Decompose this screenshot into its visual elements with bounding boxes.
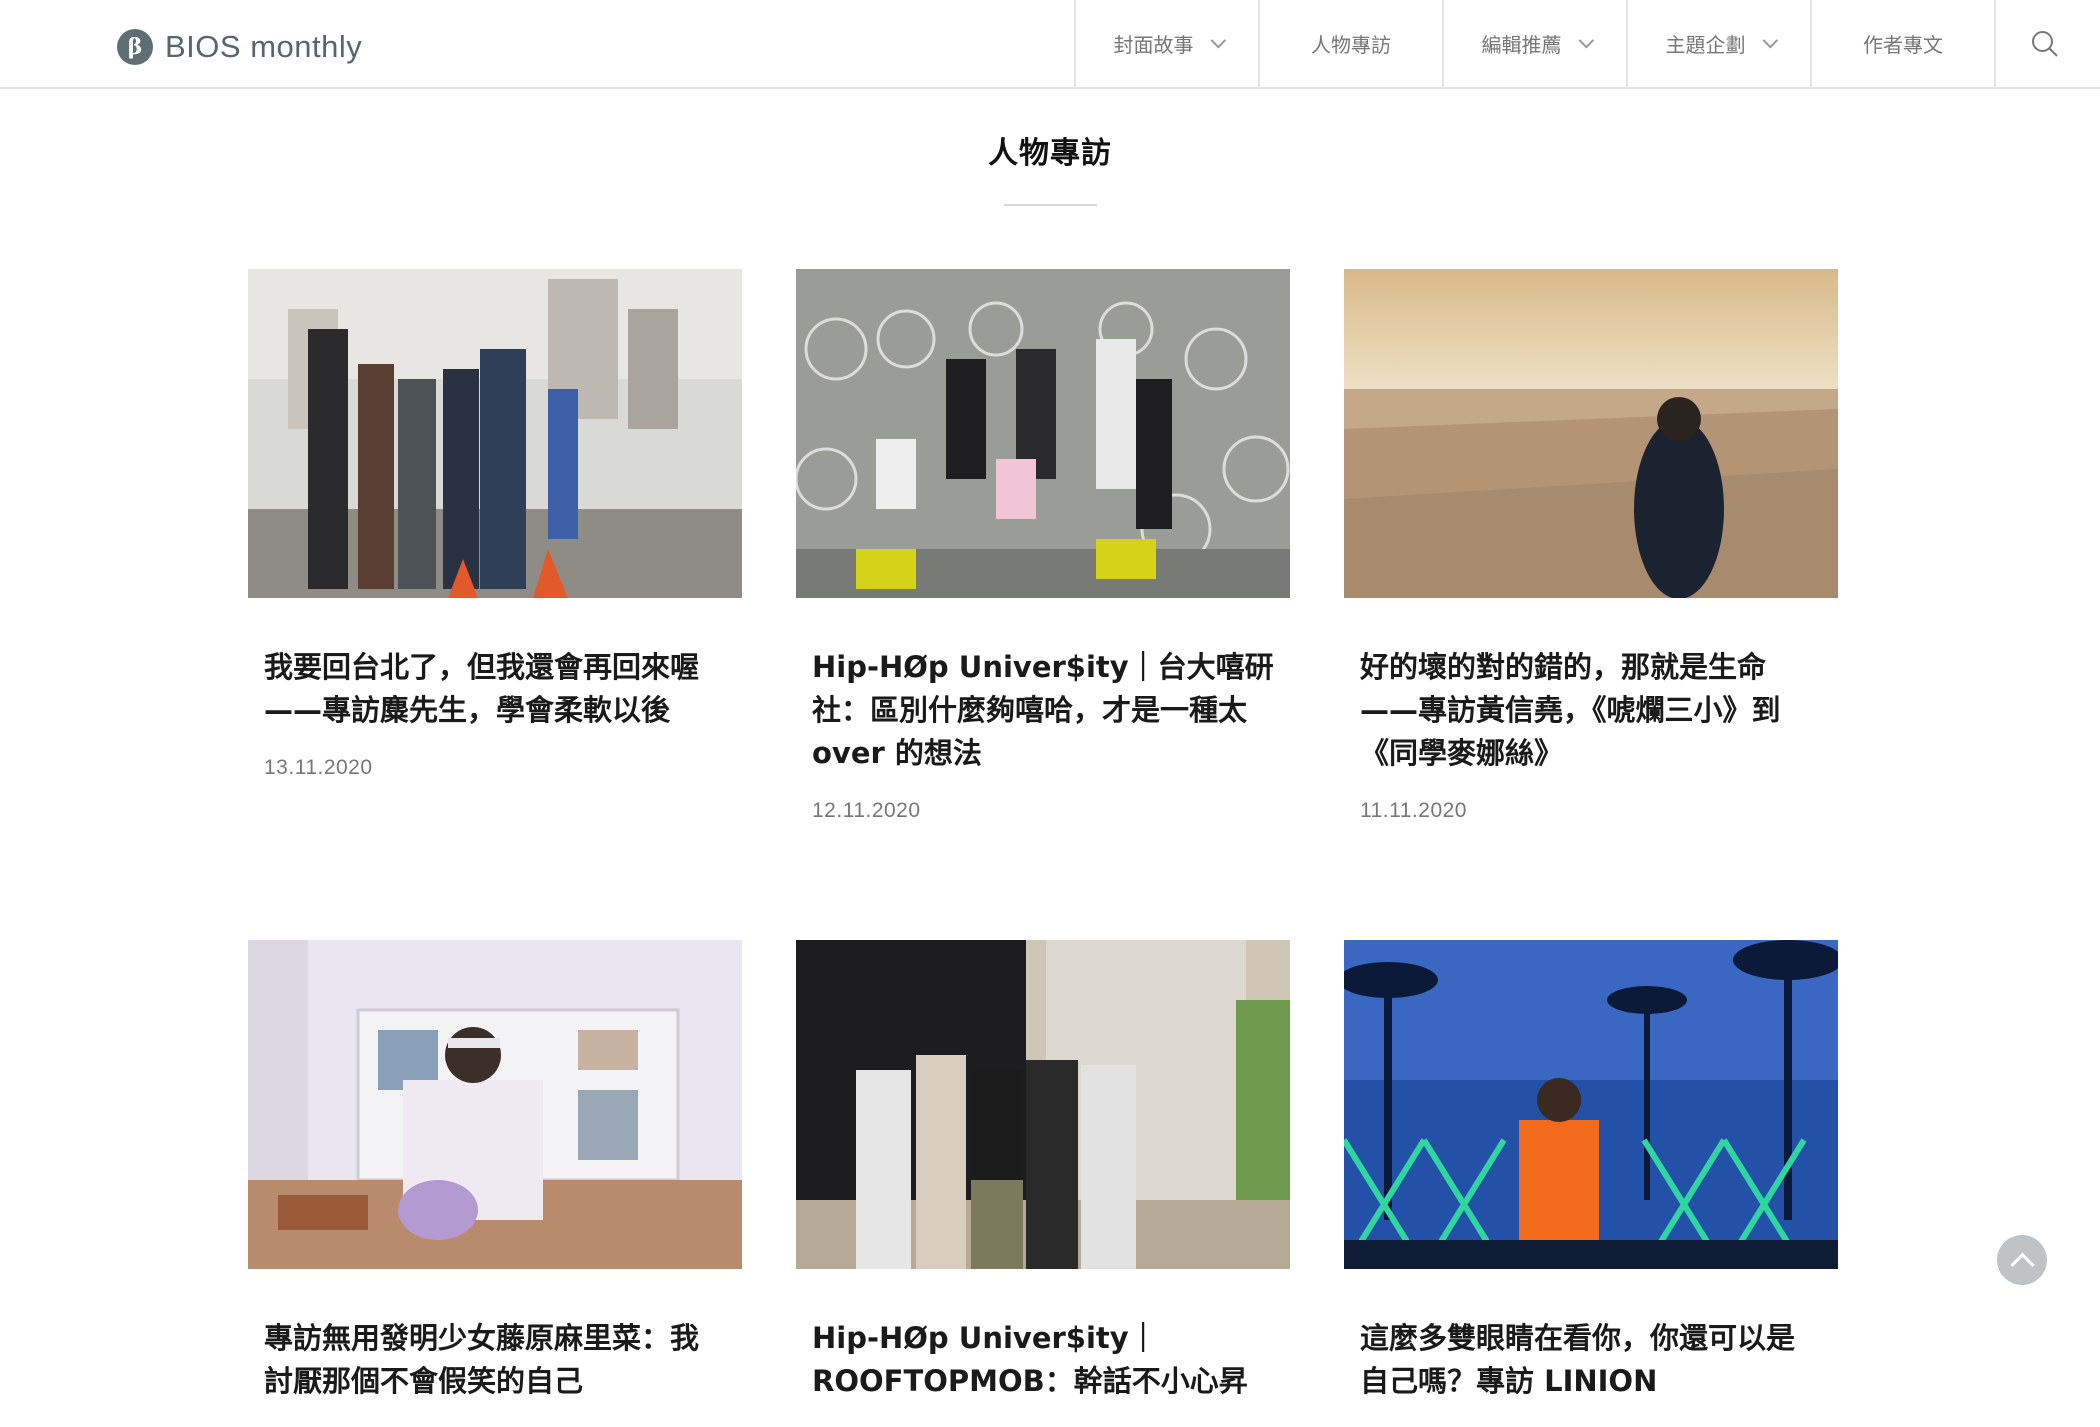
nav-label: 作者專文 xyxy=(1863,33,1943,57)
site-header: β BIOS monthly 封面故事 人物專訪 編輯推薦 主題企劃 作者專文 xyxy=(0,0,2100,89)
article-image[interactable] xyxy=(796,269,1290,598)
nav-label: 編輯推薦 xyxy=(1481,33,1562,57)
logo-text: BIOS monthly xyxy=(165,29,363,64)
article-title[interactable]: 好的壞的對的錯的，那就是生命——專訪黃信堯，《唬爛三小》到《同學麥娜絲》 xyxy=(1360,646,1822,775)
article-card[interactable]: 好的壞的對的錯的，那就是生命——專訪黃信堯，《唬爛三小》到《同學麥娜絲》 11.… xyxy=(1344,269,1838,823)
main-nav: 封面故事 人物專訪 編輯推薦 主題企劃 作者專文 xyxy=(1074,0,2094,87)
chevron-down-icon xyxy=(1578,32,1594,49)
article-date: 13.11.2020 xyxy=(264,756,373,779)
article-title[interactable]: Hip-HØp Univer$ity｜台大嘻研社：區別什麼夠嘻哈，才是一種太 o… xyxy=(812,646,1274,775)
article-card[interactable]: Hip-HØp Univer$ity｜ROOFTOPMOB：幹話不小心昇 xyxy=(796,940,1290,1427)
chevron-down-icon xyxy=(1210,32,1226,49)
logo-mark: β xyxy=(117,29,153,65)
article-title[interactable]: 這麼多雙眼睛在看你，你還可以是自己嗎？專訪 LINION xyxy=(1360,1317,1822,1403)
article-image[interactable] xyxy=(248,940,742,1269)
article-title[interactable]: Hip-HØp Univer$ity｜ROOFTOPMOB：幹話不小心昇 xyxy=(812,1317,1274,1403)
nav-label: 人物專訪 xyxy=(1311,33,1391,57)
nav-item-cover-story[interactable]: 封面故事 xyxy=(1074,0,1258,87)
page-title: 人物專訪 xyxy=(988,136,1112,171)
search-button[interactable] xyxy=(1994,0,2094,87)
nav-item-interviews[interactable]: 人物專訪 xyxy=(1258,0,1442,87)
back-to-top-button[interactable] xyxy=(1997,1235,2047,1285)
nav-item-features[interactable]: 主題企劃 xyxy=(1626,0,1810,87)
article-card[interactable]: Hip-HØp Univer$ity｜台大嘻研社：區別什麼夠嘻哈，才是一種太 o… xyxy=(796,269,1290,823)
nav-label: 主題企劃 xyxy=(1665,33,1746,57)
nav-item-editor-picks[interactable]: 編輯推薦 xyxy=(1442,0,1626,87)
article-image[interactable] xyxy=(1344,269,1838,598)
article-title[interactable]: 專訪無用發明少女藤原麻里菜：我討厭那個不會假笑的自己 xyxy=(264,1317,726,1403)
article-card[interactable]: 我要回台北了，但我還會再回來喔——專訪麋先生，學會柔軟以後 13.11.2020 xyxy=(248,269,742,780)
article-date: 11.11.2020 xyxy=(1360,799,1467,822)
site-logo[interactable]: β BIOS monthly xyxy=(117,27,362,67)
article-image[interactable] xyxy=(248,269,742,598)
chevron-up-icon xyxy=(2009,1252,2035,1277)
article-title[interactable]: 我要回台北了，但我還會再回來喔——專訪麋先生，學會柔軟以後 xyxy=(264,646,726,732)
article-card[interactable]: 這麼多雙眼睛在看你，你還可以是自己嗎？專訪 LINION xyxy=(1344,940,1838,1427)
nav-item-columns[interactable]: 作者專文 xyxy=(1810,0,1994,87)
article-card[interactable]: 專訪無用發明少女藤原麻里菜：我討厭那個不會假笑的自己 xyxy=(248,940,742,1427)
nav-label: 封面故事 xyxy=(1113,33,1194,57)
search-icon xyxy=(2032,30,2058,57)
chevron-down-icon xyxy=(1762,32,1778,49)
title-divider xyxy=(1004,204,1097,206)
article-image[interactable] xyxy=(1344,940,1838,1269)
article-date: 12.11.2020 xyxy=(812,799,921,822)
article-image[interactable] xyxy=(796,940,1290,1269)
